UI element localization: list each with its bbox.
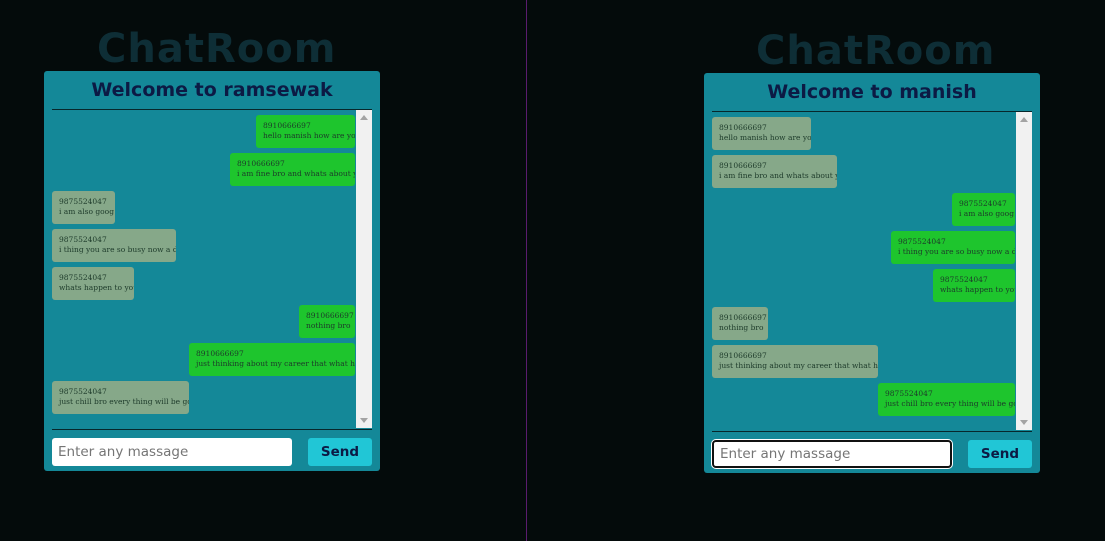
message-text: just thinking about my career that what … [196,359,355,368]
message-text: just thinking about my career that what … [719,361,878,370]
sender-number: 8910666697 [719,313,767,322]
sender-number: 9875524047 [898,237,946,246]
sender-number: 8910666697 [306,311,354,320]
message-text: whats happen to you [59,283,134,292]
message-bubble: 8910666697 nothing bro [299,305,355,338]
app-title: ChatRoom [756,28,996,74]
scroll-up-icon[interactable] [1020,117,1028,122]
sender-number: 9875524047 [59,235,107,244]
message-text: hello manish how are you [263,131,355,140]
message-text: i am also goog [959,209,1015,218]
message-text: whats happen to you [940,285,1015,294]
message-bubble: 8910666697 hello manish how are you [256,115,355,148]
scroll-down-icon[interactable] [360,418,368,423]
window-divider [526,0,527,541]
message-bubble: 8910666697 i am fine bro and whats about… [712,155,837,188]
scroll-down-icon[interactable] [1020,420,1028,425]
chat-panel-ramsewak: Welcome to ramsewak 8910666697 hello man… [44,71,380,471]
app-title: ChatRoom [97,26,337,72]
sender-number: 8910666697 [196,349,244,358]
message-text: i thing you are so busy now a day [898,247,1015,256]
welcome-heading: Welcome to ramsewak [91,79,333,101]
message-bubble: 8910666697 nothing bro [712,307,768,340]
footer-divider [712,431,1032,432]
message-bubble: 8910666697 i am fine bro and whats about… [230,153,355,186]
sender-number: 8910666697 [237,159,285,168]
message-scrollbar[interactable] [1016,112,1032,430]
message-bubble: 9875524047 i thing you are so busy now a… [52,229,176,262]
message-text: nothing bro [306,321,351,330]
sender-number: 8910666697 [719,123,767,132]
message-bubble: 8910666697 hello manish how are you [712,117,811,150]
message-bubble: 9875524047 i thing you are so busy now a… [891,231,1015,264]
sender-number: 8910666697 [719,351,767,360]
message-input[interactable] [52,438,292,466]
message-bubble: 9875524047 i am also goog [952,193,1015,226]
chat-panel-manish: Welcome to manish 8910666697 hello manis… [704,73,1040,473]
send-button[interactable]: Send [308,438,372,466]
message-text: i am also goog [59,207,115,216]
message-bubble: 9875524047 just chill bro every thing wi… [878,383,1015,416]
sender-number: 9875524047 [59,197,107,206]
message-text: i am fine bro and whats about you [719,171,837,180]
send-button[interactable]: Send [968,440,1032,468]
message-text: just chill bro every thing will be goog [59,397,189,406]
message-bubble: 8910666697 just thinking about my career… [189,343,355,376]
welcome-heading: Welcome to manish [767,81,977,103]
message-text: just chill bro every thing will be goog [885,399,1015,408]
scroll-up-icon[interactable] [360,115,368,120]
footer-divider [52,429,372,430]
sender-number: 9875524047 [940,275,988,284]
message-list[interactable]: 8910666697 hello manish how are you 8910… [712,112,1032,430]
sender-number: 8910666697 [719,161,767,170]
message-bubble: 9875524047 whats happen to you [52,267,134,300]
message-bubble: 8910666697 just thinking about my career… [712,345,878,378]
sender-number: 9875524047 [959,199,1007,208]
sender-number: 9875524047 [885,389,933,398]
message-bubble: 9875524047 i am also goog [52,191,115,224]
sender-number: 9875524047 [59,273,107,282]
message-text: nothing bro [719,323,764,332]
message-input[interactable] [712,440,952,468]
message-text: i thing you are so busy now a day [59,245,176,254]
message-list[interactable]: 8910666697 hello manish how are you 8910… [52,110,372,428]
sender-number: 9875524047 [59,387,107,396]
message-text: i am fine bro and whats about you [237,169,355,178]
message-bubble: 9875524047 whats happen to you [933,269,1015,302]
message-bubble: 9875524047 just chill bro every thing wi… [52,381,189,414]
message-scrollbar[interactable] [356,110,372,428]
sender-number: 8910666697 [263,121,311,130]
message-text: hello manish how are you [719,133,811,142]
